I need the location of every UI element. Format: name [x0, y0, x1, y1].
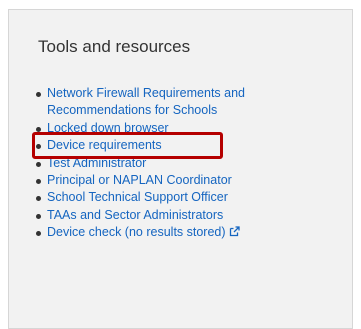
bullet-icon — [36, 161, 41, 167]
list-item-technical-support: School Technical Support Officer — [33, 189, 353, 206]
panel-title: Tools and resources — [38, 37, 191, 56]
list-item-taas-sector: TAAs and Sector Administrators — [33, 207, 353, 224]
bullet-icon — [36, 92, 41, 97]
link-principal-coordinator[interactable]: Principal or NAPLAN Coordinator — [47, 173, 232, 187]
bullet-icon — [36, 213, 41, 219]
list-item-device-check: Device check (no results stored) — [33, 224, 353, 241]
resource-links-list: Network Firewall Requirements and Recomme… — [33, 85, 353, 242]
link-device-check[interactable]: Device check (no results stored) — [47, 225, 240, 239]
external-link-icon[interactable] — [229, 226, 240, 237]
link-device-check-label[interactable]: Device check (no results stored) — [47, 225, 226, 239]
bullet-icon — [36, 196, 41, 202]
bullet-icon — [36, 179, 41, 185]
link-technical-support[interactable]: School Technical Support Officer — [47, 190, 228, 204]
list-item-network-firewall: Network Firewall Requirements and Recomme… — [33, 85, 353, 120]
link-network-firewall[interactable]: Network Firewall Requirements and Recomme… — [47, 86, 245, 117]
bullet-icon — [36, 231, 41, 237]
link-taas-sector[interactable]: TAAs and Sector Administrators — [47, 208, 223, 222]
link-line-2[interactable]: Recommendations for Schools — [47, 103, 217, 117]
tools-resources-panel: Tools and resources Network Firewall Req… — [8, 9, 353, 329]
highlight-box — [32, 132, 223, 159]
link-line-1[interactable]: Network Firewall Requirements and — [47, 86, 245, 100]
list-item-principal-coordinator: Principal or NAPLAN Coordinator — [33, 172, 353, 189]
